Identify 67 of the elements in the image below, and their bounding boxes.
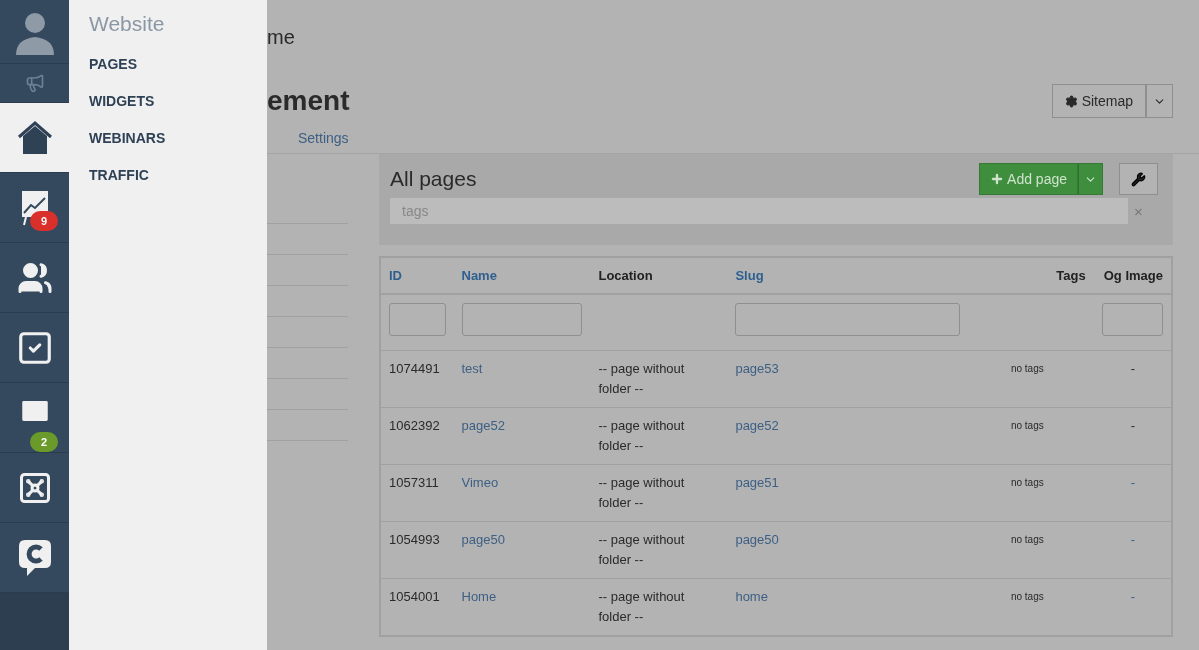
column-header: Tags <box>967 257 1094 294</box>
table-cell-text: -- page without folder -- <box>598 531 686 569</box>
table-cell: 1057311 <box>389 475 439 490</box>
table-link[interactable]: test <box>461 361 483 376</box>
table-link[interactable]: - <box>1130 589 1135 604</box>
sidebar-item[interactable]: 9 <box>0 173 69 243</box>
table-link[interactable]: Home <box>461 589 497 604</box>
menu-item[interactable]: WEBINARS <box>89 130 247 146</box>
filter-field[interactable] <box>461 303 583 336</box>
column-header: Og Image <box>1093 257 1172 294</box>
sidebar-item[interactable] <box>0 313 69 383</box>
table-link[interactable]: page53 <box>735 361 779 376</box>
breadcrumb: me <box>267 26 296 50</box>
table-cell: no tags <box>1010 363 1044 374</box>
table-link[interactable]: home <box>735 589 768 604</box>
tools-button[interactable] <box>1119 163 1158 195</box>
table-cell: 1062392 <box>389 418 440 433</box>
table-link[interactable]: - <box>1130 532 1135 547</box>
table-cell: - <box>1130 418 1135 433</box>
sidebar-item[interactable] <box>0 453 69 523</box>
table-link[interactable]: page50 <box>735 532 779 547</box>
table-cell: 1074491 <box>389 361 440 376</box>
table-cell: no tags <box>1010 477 1044 488</box>
sidebar-item[interactable] <box>0 523 69 593</box>
menu-item[interactable]: WIDGETS <box>89 93 247 109</box>
settings-tab[interactable]: Settings <box>298 130 1199 146</box>
table-link[interactable]: - <box>1130 475 1135 490</box>
sidebar-item[interactable] <box>0 243 69 313</box>
table-cell: - <box>1130 361 1135 376</box>
count-badge: 2 <box>30 432 58 452</box>
clear-icon[interactable]: × <box>1134 202 1143 220</box>
page-title: ement <box>267 85 350 117</box>
filter-field[interactable] <box>1101 303 1163 336</box>
plus-icon <box>990 172 1005 186</box>
sidebar-item[interactable] <box>0 103 69 173</box>
table-link[interactable]: page52 <box>461 418 505 433</box>
table-cell-text: -- page without folder -- <box>598 417 686 455</box>
table-link[interactable]: page52 <box>735 418 779 433</box>
column-header: Location <box>590 257 728 294</box>
sidebar-item[interactable]: 2 <box>0 383 69 453</box>
table-link[interactable]: Vimeo <box>461 475 499 490</box>
panel-title: All pages <box>390 167 478 191</box>
chat-bubble-icon <box>16 537 53 578</box>
count-badge: 9 <box>30 211 58 231</box>
table-link[interactable]: page50 <box>461 532 505 547</box>
menu-item[interactable]: PAGES <box>89 56 247 72</box>
filter-field[interactable] <box>389 303 446 336</box>
menu-item[interactable]: TRAFFIC <box>89 167 247 183</box>
table-cell: no tags <box>1010 534 1044 545</box>
column-header[interactable]: Name <box>453 257 591 294</box>
wrench-icon <box>1131 171 1146 187</box>
column-header[interactable]: ID <box>380 257 454 294</box>
column-header[interactable]: Slug <box>727 257 968 294</box>
table-link[interactable]: page51 <box>735 475 779 490</box>
add-page-button[interactable]: Add page <box>979 163 1078 195</box>
menu-title: Website <box>89 12 166 36</box>
table-cell: no tags <box>1010 591 1044 602</box>
table-cell-text: -- page without folder -- <box>598 474 686 512</box>
filter-field[interactable] <box>735 303 960 336</box>
table-cell-text: -- page without folder -- <box>598 360 686 398</box>
settings-icon <box>1064 94 1078 108</box>
table-cell: 1054993 <box>389 532 440 547</box>
home-icon <box>16 120 53 155</box>
sitemap-button[interactable]: Sitemap <box>1051 84 1146 118</box>
table-cell-text: -- page without folder -- <box>598 588 686 626</box>
table-cell: no tags <box>1010 420 1044 431</box>
table-cell: 1054001 <box>389 589 440 604</box>
